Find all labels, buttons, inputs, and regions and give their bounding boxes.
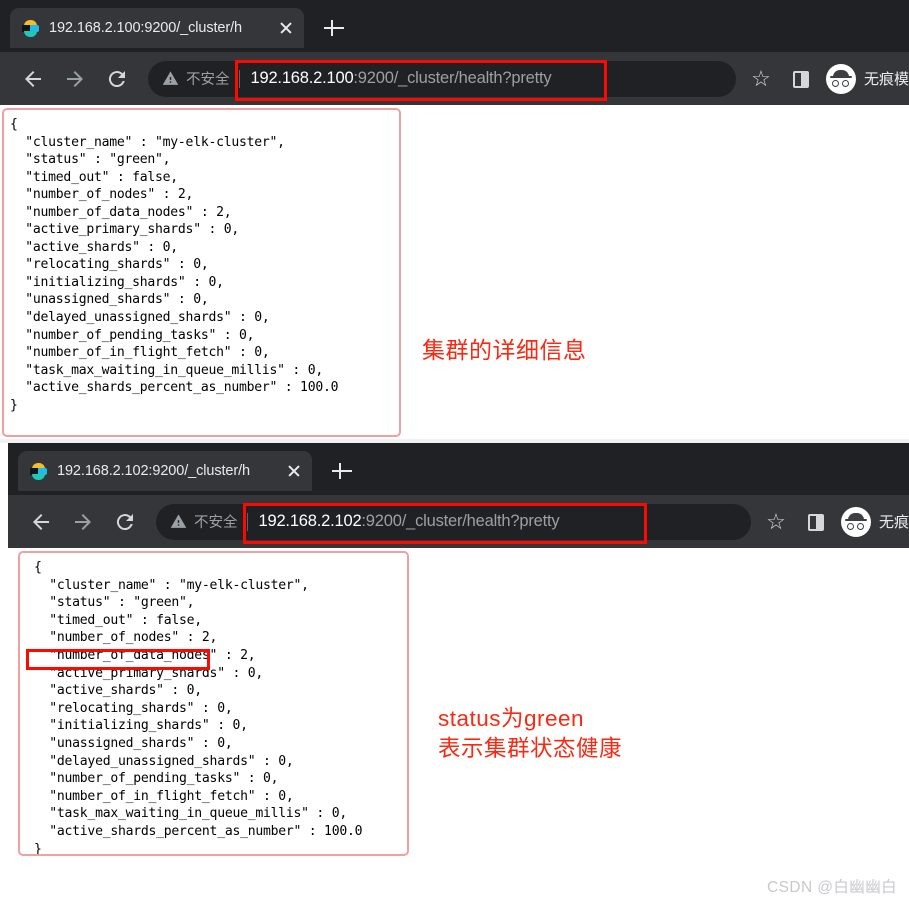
incognito-avatar-icon [825, 63, 856, 94]
forward-icon[interactable] [58, 62, 92, 96]
incognito-profile-chip-2[interactable]: 无痕 [840, 506, 909, 537]
new-tab-icon[interactable] [322, 16, 346, 40]
tab-strip-1: 192.168.2.100:9200/_cluster/h [0, 0, 909, 52]
browser-tab-1[interactable]: 192.168.2.100:9200/_cluster/h [10, 8, 304, 48]
page-content-2: { "cluster_name" : "my-elk-cluster", "st… [8, 548, 909, 884]
url-path: :9200/_cluster/health?pretty [353, 69, 552, 87]
cluster-health-json-1: { "cluster_name" : "my-elk-cluster", "st… [10, 117, 339, 413]
close-icon[interactable] [272, 14, 300, 42]
annotation-cluster-details: 集群的详细信息 [422, 337, 587, 363]
side-panel-icon[interactable] [801, 507, 831, 537]
back-icon[interactable] [24, 505, 58, 539]
annotation-status-green: status为green 表示集群状态健康 [438, 706, 623, 761]
elasticsearch-favicon-icon [22, 19, 39, 37]
omnibox-divider [238, 69, 240, 88]
url-text: 192.168.2.102:9200/_cluster/health?prett… [259, 512, 560, 531]
browser-window-2: 192.168.2.102:9200/_cluster/h 不安全 192.16… [8, 443, 909, 884]
browser-window-1: 192.168.2.100:9200/_cluster/h 不安全 192.16… [0, 0, 909, 443]
security-status-label: 不安全 [186, 72, 230, 88]
security-status-label: 不安全 [194, 515, 238, 531]
tab-title: 192.168.2.100:9200/_cluster/h [49, 20, 243, 36]
address-bar-1[interactable]: 不安全 192.168.2.100:9200/_cluster/health?p… [148, 60, 736, 97]
csdn-watermark: CSDN @白幽幽白 [767, 879, 897, 896]
forward-icon[interactable] [66, 505, 100, 539]
json-response-frame-1: { "cluster_name" : "my-elk-cluster", "st… [2, 108, 401, 437]
url-host: 192.168.2.100 [250, 69, 354, 87]
tab-title: 192.168.2.102:9200/_cluster/h [57, 463, 251, 479]
side-panel-icon[interactable] [786, 64, 816, 94]
incognito-label: 无痕模 [863, 71, 909, 88]
close-icon[interactable] [280, 457, 308, 485]
url-host: 192.168.2.102 [258, 512, 362, 530]
url-path: :9200/_cluster/health?pretty [361, 512, 560, 530]
incognito-avatar-icon [840, 506, 871, 537]
bookmark-star-icon[interactable]: ☆ [761, 507, 791, 537]
omnibox-divider [246, 512, 248, 531]
not-secure-warning-icon [162, 70, 179, 87]
tab-strip-2: 192.168.2.102:9200/_cluster/h [8, 443, 909, 495]
json-response-frame-2: { "cluster_name" : "my-elk-cluster", "st… [18, 551, 409, 856]
browser-tab-2[interactable]: 192.168.2.102:9200/_cluster/h [18, 451, 312, 491]
page-content-1: { "cluster_name" : "my-elk-cluster", "st… [0, 105, 909, 443]
bookmark-star-icon[interactable]: ☆ [746, 64, 776, 94]
not-secure-warning-icon [170, 513, 187, 530]
elasticsearch-favicon-icon [30, 462, 47, 480]
back-icon[interactable] [16, 62, 50, 96]
reload-icon[interactable] [108, 505, 142, 539]
browser-toolbar-1: 不安全 192.168.2.100:9200/_cluster/health?p… [0, 52, 909, 105]
cluster-health-json-2: { "cluster_name" : "my-elk-cluster", "st… [34, 560, 363, 856]
incognito-label: 无痕 [878, 514, 909, 531]
browser-toolbar-2: 不安全 192.168.2.102:9200/_cluster/health?p… [8, 495, 909, 548]
star-glyph: ☆ [751, 65, 771, 91]
star-glyph: ☆ [766, 508, 786, 534]
incognito-profile-chip-1[interactable]: 无痕模 [825, 63, 909, 94]
address-bar-2[interactable]: 不安全 192.168.2.102:9200/_cluster/health?p… [156, 503, 751, 540]
url-text: 192.168.2.100:9200/_cluster/health?prett… [251, 69, 552, 88]
new-tab-icon[interactable] [330, 459, 354, 483]
reload-icon[interactable] [100, 62, 134, 96]
